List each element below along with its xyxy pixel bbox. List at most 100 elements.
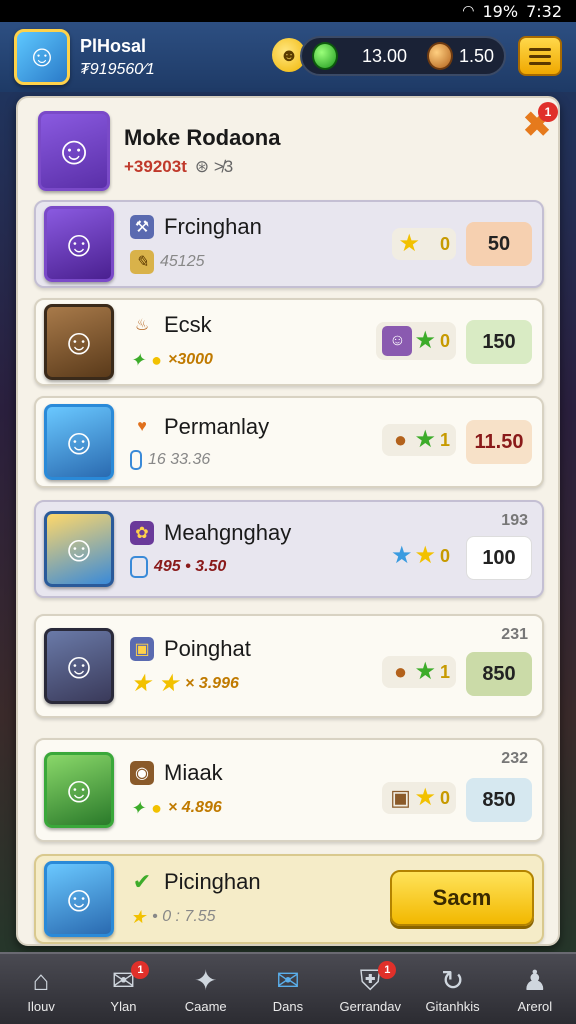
row-sub: 495 • 3.50 [154, 558, 227, 575]
nav-item-dans[interactable]: ✉ Dans [248, 965, 328, 1014]
reward-badges: ★ ★ 0 [385, 540, 456, 572]
row-value: 100 [466, 536, 532, 580]
heart-icon: ♥ [137, 418, 147, 435]
nav-label: Gerrandav [339, 998, 401, 1014]
leaf-icon: ✦ [130, 350, 146, 370]
player-portrait: ☺ [44, 752, 114, 828]
row-rank: 231 [501, 626, 528, 643]
reward-badges: ▣ ★ 0 [382, 782, 456, 814]
list-item[interactable]: ☺ ✔ Picinghan ★ • 0 : 7.55 Sacm [34, 854, 544, 944]
reward-badges: ● ★ 1 [382, 424, 456, 456]
menu-button[interactable] [518, 36, 562, 76]
action-button[interactable]: Sacm [390, 870, 534, 926]
player-score: ₮919560⁄1 [80, 60, 155, 78]
row-value: 150 [466, 320, 532, 364]
shield-icon: ⛨ [359, 964, 381, 996]
list-item[interactable]: ☺ ⚒ Frcinghan ✎ 45125 ★ 0 50 [34, 200, 544, 288]
check-icon: ✔ [132, 869, 152, 894]
nav-label: Arerol [517, 998, 553, 1014]
current-player-row: ☺ Moke Rodaona +39203t ⊛ ≯3 [38, 106, 548, 196]
person-icon: ♟ [522, 964, 548, 996]
row-name: Miaak [164, 760, 223, 785]
gem-count: 13.00 [361, 45, 407, 66]
star-icon: ★ [398, 230, 420, 257]
badge-count: 0 [439, 233, 450, 254]
scroll-icon: ✎ [130, 250, 154, 274]
badge-count: 1 [439, 661, 450, 682]
list-item[interactable]: ☺ ✿ Meahgnghay 495 • 3.50 193 ★ ★ 0 100 [34, 500, 544, 598]
nav-badge: 1 [378, 960, 397, 979]
nav-label: Ylan [110, 998, 137, 1014]
menu-bar-icon [529, 47, 551, 51]
nav-item-gitanhkis[interactable]: ↻ Gitanhkis [413, 965, 493, 1014]
current-player-portrait: ☺ [38, 111, 110, 191]
menu-bar-icon [529, 61, 551, 65]
row-value: 11.50 [466, 420, 532, 464]
player-name: PlHosal [80, 35, 147, 56]
reward-badges: ● ★ 1 [382, 656, 456, 688]
wifi-icon: ◠ [462, 3, 475, 19]
list-item[interactable]: ☺ ▣ Poinghat ★ ★ × 3.996 231 ● ★ 1 850 [34, 614, 544, 718]
star-icon: ★ [130, 907, 147, 927]
leaf-icon: ✦ [130, 798, 146, 818]
player-portrait: ☺ [44, 861, 114, 937]
row-sub: • 0 : 7.55 [152, 908, 216, 925]
player-portrait: ☺ [44, 404, 114, 480]
nav-badge: 1 [131, 960, 150, 979]
row-value: 850 [466, 652, 532, 696]
badge-count: 0 [439, 545, 450, 566]
list-item[interactable]: ☺ ♥ Permanlay 16 33.36 ● ★ 1 11.50 [34, 396, 544, 488]
clock: 7:32 [526, 1, 562, 21]
row-sub: × 4.896 [167, 799, 222, 816]
menu-bar-icon [529, 54, 551, 58]
player-portrait: ☺ [44, 304, 114, 380]
row-sub: 16 33.36 [148, 451, 211, 468]
player-portrait: ☺ [44, 511, 114, 587]
leaderboard-panel: ☺ Moke Rodaona +39203t ⊛ ≯3 ✖ 1 ☺ ⚒ Frcing… [16, 96, 560, 946]
reward-badges: ☺ ★ 0 [376, 322, 456, 360]
nav-label: Dans [272, 998, 304, 1014]
notification-badge: 1 [538, 102, 558, 122]
battery-level: 19% [482, 1, 519, 21]
list-item[interactable]: ☺ ♨ Ecsk ✦ ● ×3000 ☺ ★ 0 150 [34, 298, 544, 386]
row-sub: 45125 [160, 253, 205, 270]
row-rank: 193 [501, 512, 528, 529]
star-icon: ★ [390, 542, 413, 569]
player-portrait: ☺ [44, 628, 114, 704]
nav-item-home[interactable]: ⌂ Ilouv [1, 965, 81, 1014]
bottom-navigation: ⌂ Ilouv ✉ 1 Ylan ✦ Caame ✉ Dans ⛨ 1 Gerr… [0, 952, 576, 1024]
character-icon: ☺ [382, 326, 413, 356]
row-name: Meahgnghay [164, 520, 292, 545]
food-icon: ● [393, 659, 408, 684]
score-extra: ⊛ ≯3 [194, 157, 234, 176]
home-icon: ⌂ [32, 964, 50, 996]
nav-item-game[interactable]: ✦ Caame [166, 965, 246, 1014]
star-icon: ★ [157, 670, 180, 697]
nav-item-gerrandav[interactable]: ⛨ 1 Gerrandav [330, 960, 410, 1014]
nav-label: Ilouv [27, 998, 55, 1014]
player-portrait: ☺ [44, 206, 114, 282]
row-sub: × 3.996 [185, 675, 239, 692]
row-name: Picinghan [164, 869, 261, 894]
current-player-name: Moke Rodaona [124, 125, 281, 150]
tool-icon: ⚒ [130, 215, 154, 239]
badge-count: 0 [439, 330, 450, 351]
player-avatar[interactable]: ☺ [14, 29, 70, 85]
food-icon: ● [393, 427, 408, 452]
nav-item-profile[interactable]: ♟ Arerol [495, 965, 575, 1014]
frame-icon: ◉ [130, 761, 154, 785]
bag-icon: ✿ [130, 521, 154, 545]
nav-label: Caame [184, 998, 227, 1014]
meat-icon: ♨ [134, 317, 150, 334]
list-item[interactable]: ☺ ◉ Miaak ✦ ● × 4.896 232 ▣ ★ 0 850 [34, 738, 544, 842]
nav-label: Gitanhkis [425, 998, 480, 1014]
star-icon: ★ [130, 670, 152, 697]
nav-item-mail[interactable]: ✉ 1 Ylan [83, 960, 163, 1014]
coin-small-icon: ● [151, 798, 162, 818]
reward-badges: ★ 0 [392, 228, 456, 260]
row-name: Permanlay [164, 414, 270, 439]
mail-icon: ✉ [111, 964, 136, 996]
star-icon: ✦ [193, 964, 218, 996]
card-icon [130, 450, 142, 470]
box-icon: ▣ [130, 637, 154, 661]
